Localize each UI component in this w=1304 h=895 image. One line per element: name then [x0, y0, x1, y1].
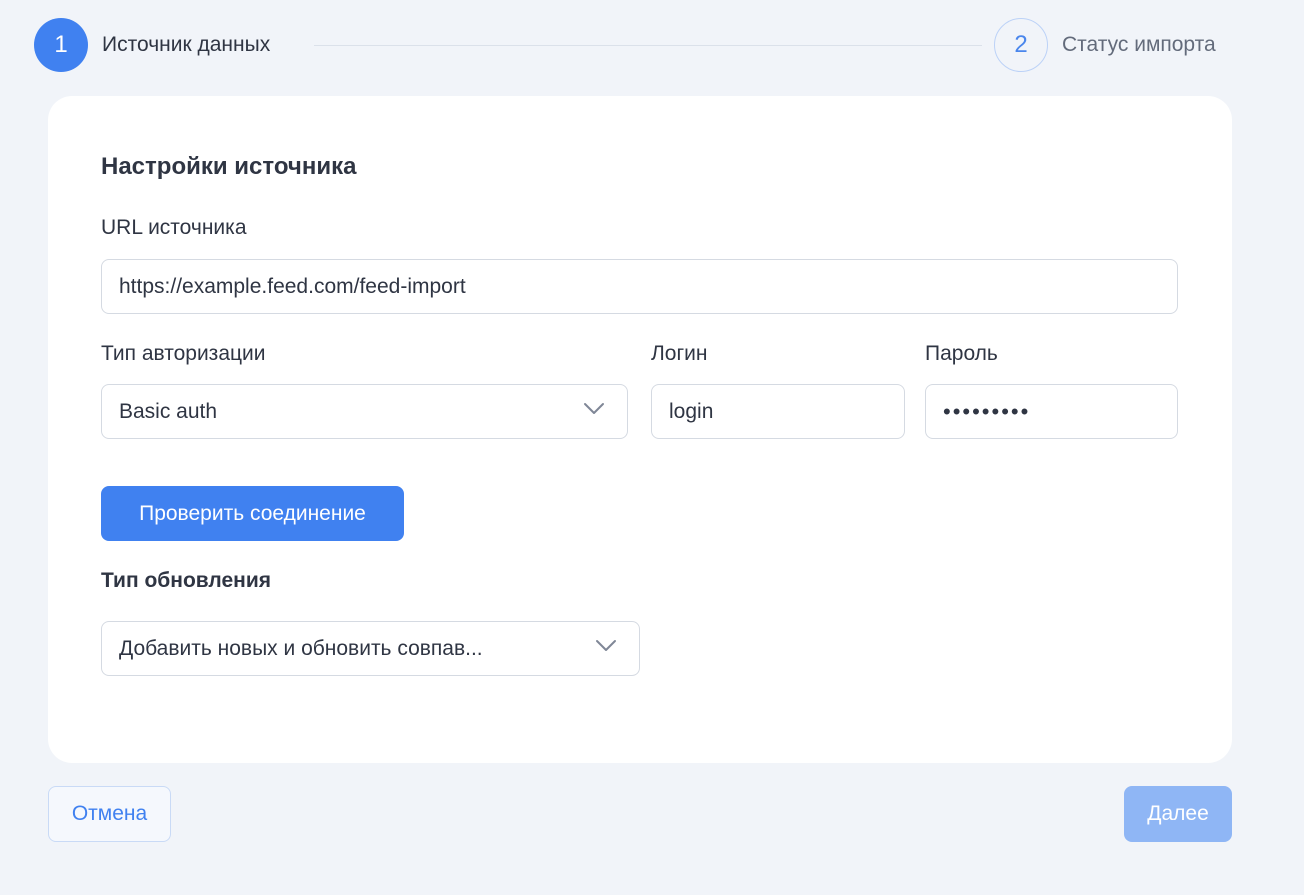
- update-type-label: Тип обновления: [101, 569, 271, 592]
- step-label: Источник данных: [102, 33, 271, 56]
- next-button[interactable]: Далее: [1124, 786, 1232, 842]
- check-connection-button[interactable]: Проверить соединение: [101, 486, 404, 541]
- step-import-status[interactable]: 2 Статус импорта: [994, 18, 1216, 72]
- step-label: Статус импорта: [1062, 33, 1216, 56]
- step-source[interactable]: 1 Источник данных: [34, 18, 270, 72]
- password-input-value: •••••••••: [943, 398, 1031, 424]
- update-type-select[interactable]: Добавить новых и обновить совпав...: [101, 621, 640, 676]
- cancel-button[interactable]: Отмена: [48, 786, 171, 842]
- login-label: Логин: [651, 342, 708, 365]
- password-input[interactable]: •••••••••: [925, 384, 1178, 439]
- url-label: URL источника: [101, 216, 247, 239]
- import-stepper: 1 Источник данных 2 Статус импорта: [34, 18, 1246, 72]
- password-label: Пароль: [925, 342, 998, 365]
- section-title: Настройки источника: [101, 153, 357, 180]
- auth-type-select[interactable]: Basic auth: [101, 384, 628, 439]
- login-input[interactable]: login: [651, 384, 905, 439]
- login-input-value: login: [669, 399, 714, 423]
- step-number-badge: 1: [34, 18, 88, 72]
- stepper-connector-line: [314, 45, 982, 46]
- url-input[interactable]: https://example.feed.com/feed-import: [101, 259, 1178, 314]
- source-settings-card: Настройки источника URL источника https:…: [48, 96, 1232, 763]
- chevron-down-icon: [584, 403, 604, 414]
- chevron-down-icon: [596, 640, 616, 651]
- url-input-value: https://example.feed.com/feed-import: [119, 274, 466, 298]
- step-number-badge: 2: [994, 18, 1048, 72]
- update-type-value: Добавить новых и обновить совпав...: [119, 636, 483, 660]
- auth-type-label: Тип авторизации: [101, 342, 266, 365]
- auth-type-value: Basic auth: [119, 399, 218, 423]
